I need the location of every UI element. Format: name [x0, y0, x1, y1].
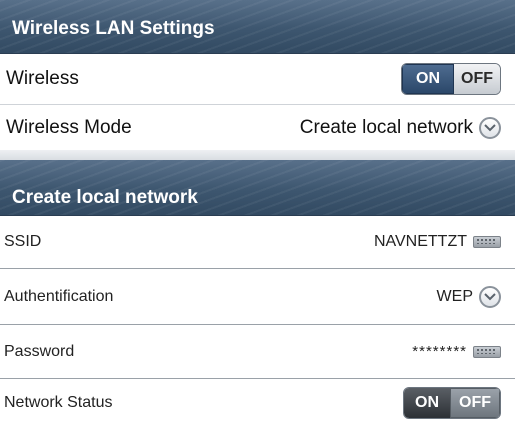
authentification-label: Authentification [4, 287, 114, 305]
wireless-mode-row[interactable]: Wireless Mode Create local network [0, 105, 515, 150]
section-header-wireless-lan: Wireless LAN Settings [0, 0, 515, 54]
chevron-down-icon[interactable] [479, 116, 501, 139]
wireless-label: Wireless [6, 68, 79, 89]
ssid-input[interactable]: NAVNETTZT [374, 233, 501, 251]
wireless-mode-value: Create local network [299, 116, 473, 138]
chevron-down-icon[interactable] [479, 285, 501, 308]
password-input[interactable]: ******** [412, 343, 501, 360]
wireless-toggle-on[interactable]: ON [402, 64, 454, 94]
network-status-toggle-on[interactable]: ON [404, 387, 450, 418]
wireless-row: Wireless ON OFF [0, 54, 515, 104]
wireless-lan-settings-panel: Wireless LAN Settings Wireless ON OFF Wi… [0, 0, 515, 426]
section-title: Create local network [12, 186, 198, 208]
ssid-row[interactable]: SSID NAVNETTZT [0, 216, 515, 268]
wireless-toggle[interactable]: ON OFF [401, 63, 501, 95]
password-value: ******** [412, 343, 467, 360]
ssid-value: NAVNETTZT [373, 233, 467, 250]
wireless-toggle-off[interactable]: OFF [454, 64, 500, 94]
authentification-row[interactable]: Authentification WEP [0, 269, 515, 324]
network-status-toggle-off[interactable]: OFF [450, 387, 500, 418]
authentification-select[interactable]: WEP [436, 285, 501, 308]
authentification-value: WEP [436, 287, 473, 305]
password-row[interactable]: Password ******** [0, 325, 515, 378]
ssid-label: SSID [4, 233, 42, 250]
password-label: Password [4, 342, 75, 360]
section-title: Wireless LAN Settings [12, 17, 215, 39]
keyboard-icon[interactable] [473, 236, 501, 248]
wireless-mode-label: Wireless Mode [6, 116, 132, 138]
section-header-local-network: Create local network [0, 160, 515, 216]
network-status-toggle[interactable]: ON OFF [403, 386, 501, 419]
wireless-mode-select[interactable]: Create local network [299, 116, 501, 139]
network-status-row: Network Status ON OFF [0, 379, 515, 426]
keyboard-icon[interactable] [473, 345, 501, 358]
section-gap [0, 150, 515, 160]
network-status-label: Network Status [4, 393, 113, 411]
